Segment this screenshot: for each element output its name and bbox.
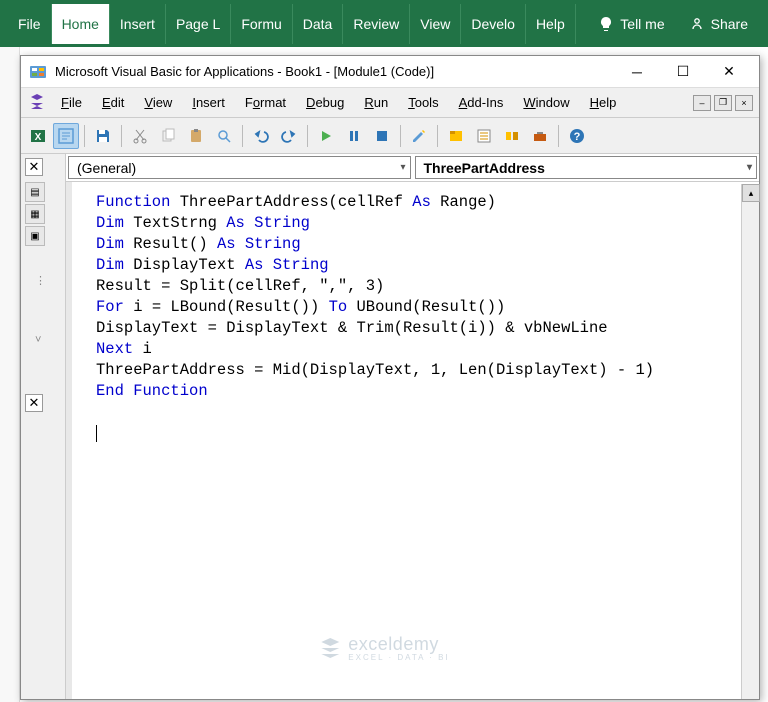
object-browser-icon [504, 128, 520, 144]
find-icon [216, 128, 232, 144]
cut-button[interactable] [127, 123, 153, 149]
redo-button[interactable] [276, 123, 302, 149]
menu-file[interactable]: File [51, 91, 92, 114]
vba-toolbar: X ? [21, 118, 759, 154]
undo-button[interactable] [248, 123, 274, 149]
vba-app-icon [29, 63, 47, 81]
excel-tellme[interactable]: Tell me [586, 16, 676, 32]
menu-insert[interactable]: Insert [182, 91, 235, 114]
minimize-button[interactable]: ─ [615, 58, 659, 86]
properties-button[interactable] [471, 123, 497, 149]
undo-icon [253, 128, 269, 144]
project-icon [448, 128, 464, 144]
play-icon [319, 129, 333, 143]
share-icon [689, 16, 705, 32]
menu-edit[interactable]: Edit [92, 91, 134, 114]
reset-button[interactable] [369, 123, 395, 149]
menu-addins[interactable]: Add-Ins [449, 91, 514, 114]
vba-titlebar[interactable]: Microsoft Visual Basic for Applications … [21, 56, 759, 88]
copy-icon [160, 128, 176, 144]
chevron-down-icon: ▾ [747, 162, 752, 173]
svg-text:X: X [35, 132, 42, 143]
break-button[interactable] [341, 123, 367, 149]
excel-tab-insert[interactable]: Insert [110, 4, 166, 44]
close-button[interactable]: ✕ [707, 58, 751, 86]
paste-button[interactable] [183, 123, 209, 149]
stop-icon [375, 129, 389, 143]
vba-mdi-icon [27, 94, 47, 112]
properties-icon [476, 128, 492, 144]
chevron-down-icon: ▾ [400, 162, 405, 173]
find-button[interactable] [211, 123, 237, 149]
vertical-scrollbar[interactable]: ▴ [741, 184, 759, 699]
redo-icon [281, 128, 297, 144]
maximize-button[interactable]: ☐ [661, 58, 705, 86]
lightbulb-icon [598, 16, 614, 32]
excel-tab-review[interactable]: Review [343, 4, 410, 44]
excel-tab-home[interactable]: Home [52, 4, 110, 44]
design-mode-button[interactable] [406, 123, 432, 149]
excel-ribbon: File Home Insert Page L Formu Data Revie… [0, 0, 768, 47]
excel-tab-formulas[interactable]: Formu [231, 4, 292, 44]
project-pane-close-button[interactable]: ✕ [25, 158, 43, 176]
toolbox-icon [532, 128, 548, 144]
menu-view[interactable]: View [134, 91, 182, 114]
help-icon: ? [569, 128, 585, 144]
cut-icon [132, 128, 148, 144]
menu-format[interactable]: Format [235, 91, 296, 114]
view-object-icon[interactable]: ▦ [25, 204, 45, 224]
design-icon [411, 128, 427, 144]
save-button[interactable] [90, 123, 116, 149]
vba-editor-window: Microsoft Visual Basic for Applications … [20, 55, 760, 700]
menu-help[interactable]: Help [580, 91, 627, 114]
vba-menubar: File Edit View Insert Format Debug Run T… [21, 88, 759, 118]
project-explorer-button[interactable] [443, 123, 469, 149]
view-code-icon[interactable]: ▤ [25, 182, 45, 202]
excel-row-gutter [0, 47, 20, 702]
excel-share[interactable]: Share [677, 16, 760, 32]
module-icon [57, 127, 75, 145]
help-button[interactable]: ? [564, 123, 590, 149]
code-editor[interactable]: Function ThreePartAddress(cellRef As Ran… [66, 182, 759, 699]
object-dropdown[interactable]: (General) ▾ [68, 156, 411, 179]
procedure-dropdown[interactable]: ThreePartAddress ▾ [415, 156, 758, 179]
excel-tab-data[interactable]: Data [293, 4, 344, 44]
mdi-restore-button[interactable]: ❐ [714, 95, 732, 111]
menu-window[interactable]: Window [513, 91, 579, 114]
code-area: (General) ▾ ThreePartAddress ▾ Function … [66, 154, 759, 699]
mdi-close-button[interactable]: × [735, 95, 753, 111]
menu-run[interactable]: Run [354, 91, 398, 114]
pause-icon [347, 129, 361, 143]
toggle-folders-icon[interactable]: ▣ [25, 226, 45, 246]
object-browser-button[interactable] [499, 123, 525, 149]
svg-text:?: ? [574, 131, 581, 143]
vba-window-title: Microsoft Visual Basic for Applications … [55, 64, 615, 79]
project-explorer-pane: ✕ ▤ ▦ ▣ ⋮ ˅ ✕ [21, 154, 66, 699]
excel-tab-view[interactable]: View [410, 4, 461, 44]
excel-icon: X [29, 127, 47, 145]
save-icon [94, 127, 112, 145]
view-excel-button[interactable]: X [25, 123, 51, 149]
run-button[interactable] [313, 123, 339, 149]
excel-tab-pagelayout[interactable]: Page L [166, 4, 231, 44]
mdi-minimize-button[interactable]: – [693, 95, 711, 111]
menu-tools[interactable]: Tools [398, 91, 448, 114]
excel-tab-file[interactable]: File [8, 4, 52, 44]
excel-tab-help[interactable]: Help [526, 4, 576, 44]
copy-button[interactable] [155, 123, 181, 149]
excel-tab-developer[interactable]: Develo [461, 4, 526, 44]
toolbox-button[interactable] [527, 123, 553, 149]
properties-pane-close-button[interactable]: ✕ [25, 394, 43, 412]
scroll-up-icon[interactable]: ▴ [742, 184, 760, 202]
menu-debug[interactable]: Debug [296, 91, 354, 114]
paste-icon [188, 128, 204, 144]
insert-module-button[interactable] [53, 123, 79, 149]
